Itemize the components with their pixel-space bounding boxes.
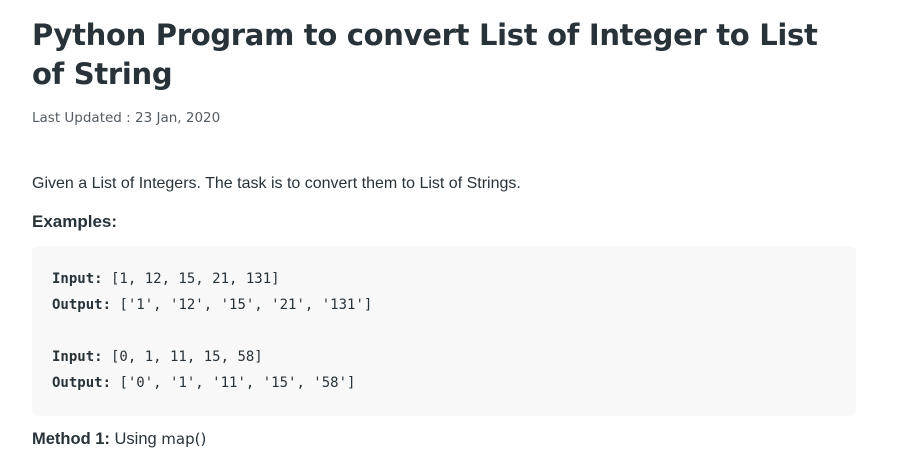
output-value: ['1', '12', '15', '21', '131'] [111,297,373,313]
input-value: [1, 12, 15, 21, 131] [102,271,280,287]
input-label: Input: [52,271,103,287]
page-title: Python Program to convert List of Intege… [32,18,818,91]
example-2-output-line: Output: ['0', '1', '11', '15', '58'] [52,374,355,392]
input-label: Input: [52,349,103,365]
examples-code-block: Input: [1, 12, 15, 21, 131] Output: ['1'… [32,246,856,416]
method-label: Method 1: [32,430,110,448]
method-heading: Method 1: Using map() [32,430,206,449]
method-text: Using [109,430,162,448]
output-value: ['0', '1', '11', '15', '58'] [111,375,356,391]
method-function-name: map() [161,430,207,448]
output-label: Output: [52,375,112,391]
intro-paragraph: Given a List of Integers. The task is to… [32,175,521,192]
example-2-input-line: Input: [0, 1, 11, 15, 58] [52,348,263,366]
example-1-input-line: Input: [1, 12, 15, 21, 131] [52,270,280,288]
example-1-output-line: Output: ['1', '12', '15', '21', '131'] [52,296,372,314]
examples-heading: Examples: [32,212,118,231]
input-value: [0, 1, 11, 15, 58] [102,349,263,365]
last-updated-date: Last Updated : 23 Jan, 2020 [32,110,221,126]
output-label: Output: [52,297,112,313]
